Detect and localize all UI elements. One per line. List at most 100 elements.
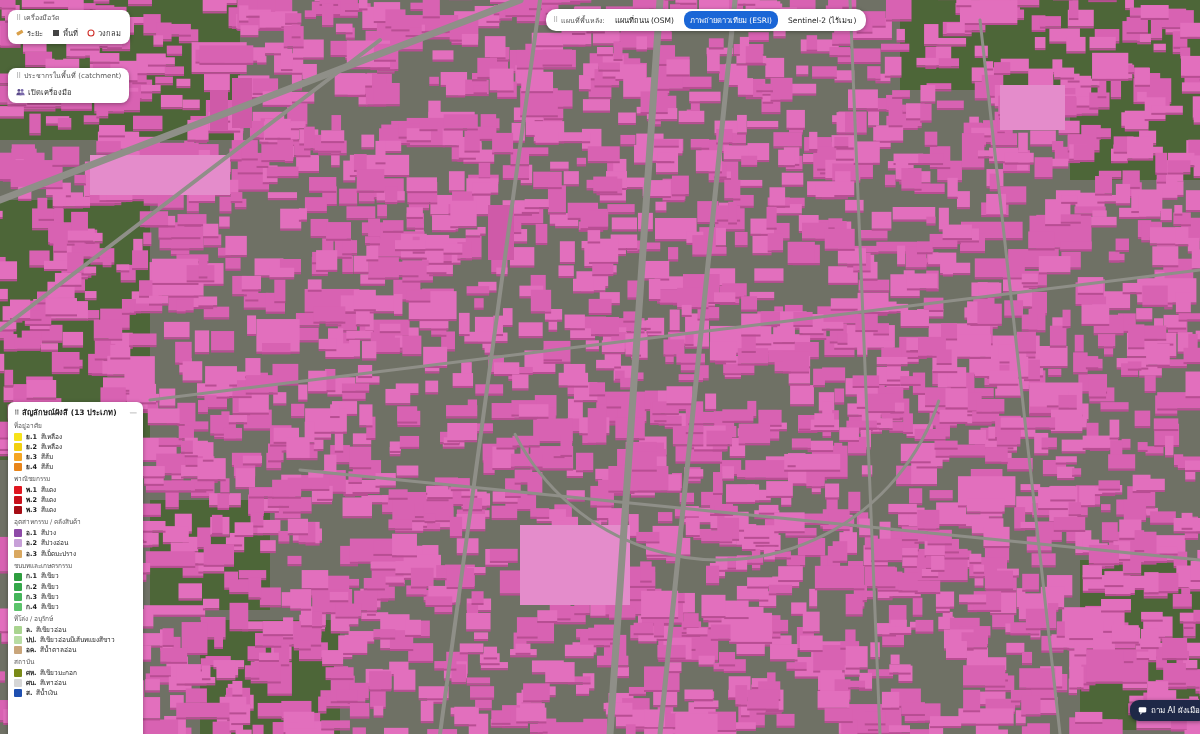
grip-icon[interactable]: ⠿ bbox=[553, 16, 558, 24]
zone-code: ศน. bbox=[26, 679, 36, 687]
legend-group-title: พาณิชยกรรม bbox=[14, 476, 137, 484]
legend-item: ก.3สีเขียว bbox=[14, 593, 137, 601]
color-swatch bbox=[14, 636, 22, 644]
zone-code: ล. bbox=[26, 626, 32, 634]
legend-group-title: ที่โล่ง / อนุรักษ์ bbox=[14, 616, 137, 624]
ask-ai-button[interactable]: ถาม AI ผังเมือ bbox=[1130, 700, 1200, 721]
open-tool-label: เปิดเครื่องมือ bbox=[28, 86, 72, 98]
zone-code: พ.2 bbox=[26, 496, 37, 504]
zone-color-label: สีน้ำตาลอ่อน bbox=[40, 646, 76, 654]
zone-color-label: สีเขียวอ่อน bbox=[36, 626, 66, 634]
color-swatch bbox=[14, 593, 22, 601]
zone-code: อ.1 bbox=[26, 529, 37, 537]
zone-color-label: สีเขียว bbox=[41, 593, 59, 601]
zone-color-label: สีน้ำเงิน bbox=[36, 689, 57, 697]
zone-code: พ.3 bbox=[26, 506, 37, 514]
color-swatch bbox=[14, 506, 22, 514]
legend-item: อ.2 สีม่วงอ่อน bbox=[14, 539, 137, 547]
zone-color-label: สีม่วงอ่อน bbox=[41, 539, 68, 547]
square-icon bbox=[52, 29, 60, 37]
color-swatch bbox=[14, 496, 22, 504]
legend-item: อ.3สีเม็ดมะปราง bbox=[14, 550, 137, 558]
zone-color-label: สีม่วง bbox=[41, 529, 56, 537]
color-swatch bbox=[14, 539, 22, 547]
legend-title: ⠿ สัญลักษณ์ผังสี (13 ประเภท) bbox=[14, 406, 117, 418]
basemap-tab[interactable]: แผนที่ถนน (OSM) bbox=[609, 11, 680, 29]
legend-title-text: สัญลักษณ์ผังสี (13 ประเภท) bbox=[22, 408, 117, 417]
map-canvas[interactable] bbox=[0, 0, 1200, 734]
zone-color-label: สีเขียวมะกอก bbox=[40, 669, 77, 677]
collapse-button[interactable]: — bbox=[130, 408, 138, 417]
measure-panel: ⠿เครื่องมือวัดระยะ พื้นที่ วงกลม bbox=[8, 10, 130, 44]
color-swatch bbox=[14, 689, 22, 697]
zone-color-label: สีส้ม bbox=[41, 453, 53, 461]
panel-title-text: เครื่องมือวัด bbox=[24, 14, 60, 23]
color-swatch bbox=[14, 443, 22, 451]
legend-item: ย.4สีส้ม bbox=[14, 463, 137, 471]
zone-code: อค. bbox=[26, 646, 36, 654]
grip-icon[interactable]: ⠿ bbox=[16, 14, 21, 23]
zone-code: ย.3 bbox=[26, 453, 37, 461]
legend-item: ก.1 สีเขียว bbox=[14, 572, 137, 580]
color-swatch bbox=[14, 453, 22, 461]
zone-color-label: สีแดง bbox=[41, 506, 56, 514]
legend-item: อ.1 สีม่วง bbox=[14, 529, 137, 537]
ask-ai-label: ถาม AI ผังเมือ bbox=[1151, 704, 1200, 717]
color-swatch bbox=[14, 679, 22, 687]
color-swatch bbox=[14, 669, 22, 677]
measure-tool-button[interactable]: ระยะ bbox=[16, 27, 43, 39]
legend-group-title: อุตสาหกรรม / คลังสินค้า bbox=[14, 519, 137, 527]
zone-code: ส. bbox=[26, 689, 32, 697]
legend-header: ⠿ สัญลักษณ์ผังสี (13 ประเภท) — bbox=[14, 406, 137, 418]
grip-icon[interactable]: ⠿ bbox=[16, 72, 21, 81]
open-tool-button[interactable]: เปิดเครื่องมือ bbox=[16, 86, 121, 98]
basemap-label-text: แผนที่พื้นหลัง: bbox=[561, 15, 604, 26]
basemap-tab[interactable]: ภาพถ่ายดาวเทียม (ESRI) bbox=[684, 11, 778, 29]
tool-label: พื้นที่ bbox=[63, 27, 78, 39]
zone-code: ย.1 bbox=[26, 433, 37, 441]
basemap-label: ⠿แผนที่พื้นหลัง: bbox=[553, 15, 605, 26]
panel-title-text: ประชากรในพื้นที่ (catchment) bbox=[24, 72, 121, 81]
zone-color-label: สีเหลือง bbox=[41, 443, 62, 451]
circle-icon bbox=[87, 29, 95, 37]
legend-item: ย.2 สีเหลือง bbox=[14, 443, 137, 451]
legend-panel: ⠿ สัญลักษณ์ผังสี (13 ประเภท) — ที่อยู่อาศั… bbox=[8, 402, 143, 734]
zone-code: ย.4 bbox=[26, 463, 37, 471]
zone-color-label: สีแดง bbox=[41, 486, 56, 494]
legend-item: อค. สีน้ำตาลอ่อน bbox=[14, 646, 137, 654]
zone-code: ก.2 bbox=[26, 583, 37, 591]
zone-code: ก.4 bbox=[26, 603, 37, 611]
color-swatch bbox=[14, 626, 22, 634]
legend-item: ส. สีน้ำเงิน bbox=[14, 689, 137, 697]
legend-group-title: สถาบัน bbox=[14, 659, 137, 667]
legend-item: ก.2 สีเขียว bbox=[14, 583, 137, 591]
tool-label: วงกลม bbox=[98, 27, 121, 39]
color-swatch bbox=[14, 486, 22, 494]
legend-group-title: ชนบทและเกษตรกรรม bbox=[14, 563, 137, 571]
panel-title: ⠿เครื่องมือวัด bbox=[16, 14, 122, 23]
legend-item: ย.3 สีส้ม bbox=[14, 453, 137, 461]
legend-item: ศน. สีเทาอ่อน bbox=[14, 679, 137, 687]
zone-code: ศห. bbox=[26, 669, 36, 677]
zone-code: ก.1 bbox=[26, 572, 37, 580]
zone-color-label: สีเขียวอ่อนมีเส้นทแยงสีขาว bbox=[40, 636, 115, 644]
basemap-tab[interactable]: Sentinel-2 (ไร้เมฆ) bbox=[782, 11, 862, 29]
zone-color-label: สีเขียว bbox=[41, 572, 59, 580]
legend-group-title: ที่อยู่อาศัย bbox=[14, 423, 137, 431]
zone-color-label: สีเหลือง bbox=[41, 433, 62, 441]
zone-color-label: สีเขียว bbox=[41, 583, 59, 591]
people-icon bbox=[16, 88, 25, 96]
ruler-icon bbox=[16, 29, 24, 37]
measure-tool-button[interactable]: วงกลม bbox=[87, 27, 121, 39]
zone-code: อ.2 bbox=[26, 539, 37, 547]
legend-item: พ.2สีแดง bbox=[14, 496, 137, 504]
color-swatch bbox=[14, 573, 22, 581]
zone-code: ย.2 bbox=[26, 443, 37, 451]
measure-tool-button[interactable]: พื้นที่ bbox=[52, 27, 78, 39]
grip-icon[interactable]: ⠿ bbox=[14, 409, 19, 417]
legend-item: ล. สีเขียวอ่อน bbox=[14, 626, 137, 634]
tool-label: ระยะ bbox=[27, 27, 43, 39]
color-swatch bbox=[14, 550, 22, 558]
zone-color-label: สีเทาอ่อน bbox=[40, 679, 66, 687]
color-swatch bbox=[14, 463, 22, 471]
